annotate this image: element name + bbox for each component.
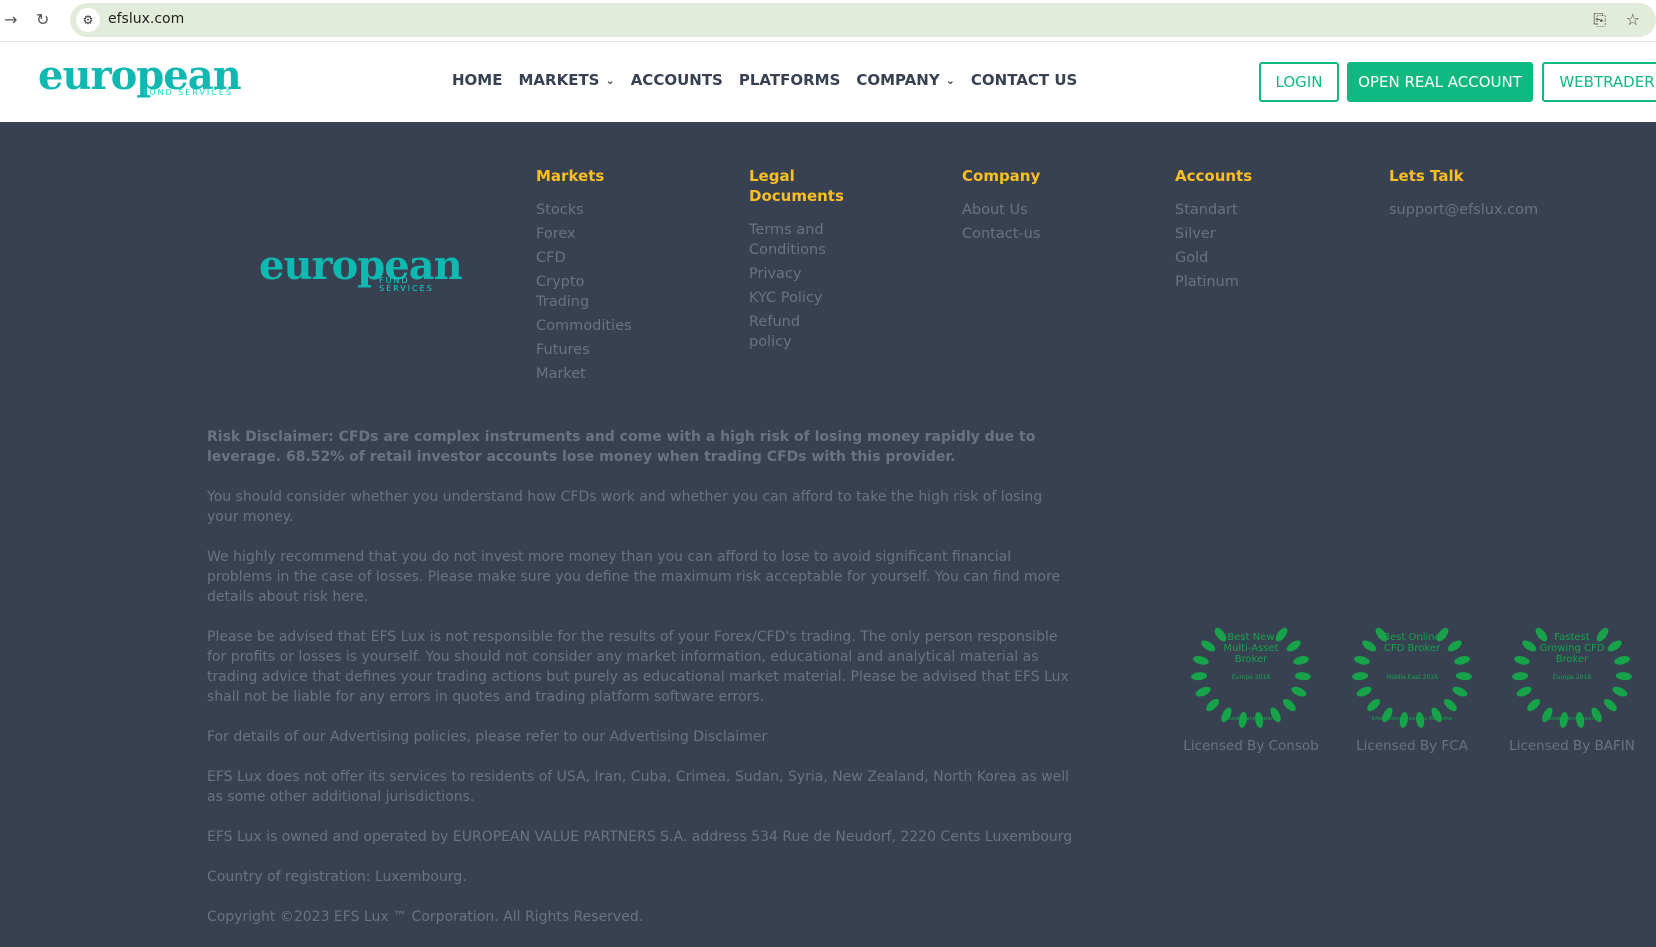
disclaimer-paragraph: Country of registration: Luxembourg. xyxy=(207,869,467,885)
risk-disclaimer: Risk Disclaimer: CFDs are complex instru… xyxy=(207,427,1077,947)
footer-link[interactable]: Stocks xyxy=(536,200,656,220)
disclaimer-paragraph: Please be advised that EFS Lux is not re… xyxy=(207,629,1069,705)
award-badge: Best Online CFD Broker Middle East 2018 … xyxy=(1337,618,1487,754)
nav-contact[interactable]: CONTACT US xyxy=(971,71,1077,89)
disclaimer-paragraph: EFS Lux does not offer its services to r… xyxy=(207,769,1070,805)
footer-link[interactable]: CFD xyxy=(536,248,656,268)
copyright: Copyright ©2023 EFS Lux ™ Corporation. A… xyxy=(207,909,644,925)
disclaimer-paragraph: You should consider whether you understa… xyxy=(207,489,1043,525)
col-heading: Accounts xyxy=(1175,167,1253,185)
award-org: Global Brands Awards xyxy=(1544,716,1600,722)
browser-toolbar: → ↻ ⚙ efslux.com ⎘ ☆ xyxy=(0,0,1656,42)
footer-link[interactable]: KYC Policy xyxy=(749,288,849,308)
webtrader-button[interactable]: WEBTRADER xyxy=(1542,62,1656,102)
footer-link[interactable]: Forex xyxy=(536,224,656,244)
footer-link[interactable]: Market xyxy=(536,364,656,384)
award-title: Best Online CFD Broker xyxy=(1383,632,1441,654)
footer-link[interactable]: Gold xyxy=(1175,248,1375,268)
footer-col-contact: Lets Talk support@efslux.com xyxy=(1389,166,1589,224)
nav-markets[interactable]: MARKETS ⌄ xyxy=(518,71,614,89)
support-email-link[interactable]: support@efslux.com xyxy=(1389,200,1589,220)
award-badge: Best New Multi-Asset Broker Europe 2018 … xyxy=(1176,618,1326,754)
logo-subtext: FUND SERVICES xyxy=(143,88,233,97)
award-year: Middle East 2018 xyxy=(1386,674,1438,681)
footer-link[interactable]: Crypto Trading xyxy=(536,272,596,312)
award-title: Best New Multi-Asset Broker xyxy=(1223,632,1279,665)
license-label: Licensed By BAFIN xyxy=(1509,738,1635,754)
award-badge: Fastest Growing CFD Broker Europe 2018 G… xyxy=(1497,618,1647,754)
nav-company[interactable]: COMPANY ⌄ xyxy=(856,71,955,89)
footer-link[interactable]: Silver xyxy=(1175,224,1375,244)
col-heading: Markets xyxy=(536,167,605,185)
forward-icon[interactable]: → xyxy=(4,10,17,29)
main-nav: HOME MARKETS ⌄ ACCOUNTS PLATFORMS COMPANY… xyxy=(452,71,1077,89)
footer-link[interactable]: Contact-us xyxy=(962,224,1162,244)
footer-link[interactable]: Platinum xyxy=(1175,272,1375,292)
footer-link[interactable]: Commodities xyxy=(536,316,656,336)
award-year: Europe 2018 xyxy=(1231,674,1271,681)
chevron-down-icon: ⌄ xyxy=(945,73,955,87)
nav-markets-label: MARKETS xyxy=(518,71,600,89)
nav-company-label: COMPANY xyxy=(856,71,940,89)
footer-col-legal: Legal Documents Terms and Conditions Pri… xyxy=(749,166,849,356)
col-heading: Lets Talk xyxy=(1389,167,1464,185)
site-logo[interactable]: european FUND SERVICES xyxy=(38,56,242,97)
license-label: Licensed By FCA xyxy=(1356,738,1468,754)
footer-col-company: Company About Us Contact-us xyxy=(962,166,1162,248)
login-button[interactable]: LOGIN xyxy=(1259,62,1339,102)
nav-platforms[interactable]: PLATFORMS xyxy=(739,71,841,89)
bookmark-star-icon[interactable]: ☆ xyxy=(1626,10,1640,29)
award-org: International Business Magazine xyxy=(1371,716,1453,722)
disclaimer-paragraph: We highly recommend that you do not inve… xyxy=(207,549,1061,605)
footer-col-accounts: Accounts Standart Silver Gold Platinum xyxy=(1175,166,1375,296)
footer-link[interactable]: Futures xyxy=(536,340,656,360)
nav-accounts[interactable]: ACCOUNTS xyxy=(631,71,723,89)
open-real-account-button[interactable]: OPEN REAL ACCOUNT xyxy=(1347,62,1533,102)
disclaimer-paragraph: EFS Lux is owned and operated by EUROPEA… xyxy=(207,829,1073,845)
footer-logo[interactable]: european FUND SERVICES xyxy=(259,246,463,293)
install-icon[interactable]: ⎘ xyxy=(1593,10,1606,30)
url-text[interactable]: efslux.com xyxy=(108,11,184,27)
footer-link[interactable]: Standart xyxy=(1175,200,1375,220)
award-year: Europe 2018 xyxy=(1552,674,1592,681)
award-org: Global Brands Awards xyxy=(1223,716,1279,722)
col-heading: Legal Documents xyxy=(749,167,844,205)
logo-subtext: FUND SERVICES xyxy=(379,276,434,293)
nav-home[interactable]: HOME xyxy=(452,71,502,89)
col-heading: Company xyxy=(962,167,1041,185)
disclaimer-paragraph: Risk Disclaimer: CFDs are complex instru… xyxy=(207,429,1036,465)
footer-col-markets: Markets Stocks Forex CFD Crypto Trading … xyxy=(536,166,656,388)
license-label: Licensed By Consob xyxy=(1183,738,1319,754)
chevron-down-icon: ⌄ xyxy=(605,73,615,87)
award-title: Fastest Growing CFD Broker xyxy=(1539,632,1605,665)
site-header: european FUND SERVICES HOME MARKETS ⌄ ACC… xyxy=(0,42,1656,122)
footer-link[interactable]: Privacy xyxy=(749,264,849,284)
footer-link[interactable]: Terms and Conditions xyxy=(749,220,849,260)
disclaimer-paragraph: For details of our Advertising policies,… xyxy=(207,729,768,745)
reload-icon[interactable]: ↻ xyxy=(36,10,49,29)
address-bar[interactable]: ⚙ efslux.com ⎘ ☆ xyxy=(70,3,1656,37)
site-settings-icon[interactable]: ⚙ xyxy=(76,8,100,32)
footer-link[interactable]: About Us xyxy=(962,200,1162,220)
footer-link[interactable]: Refund policy xyxy=(749,312,809,352)
